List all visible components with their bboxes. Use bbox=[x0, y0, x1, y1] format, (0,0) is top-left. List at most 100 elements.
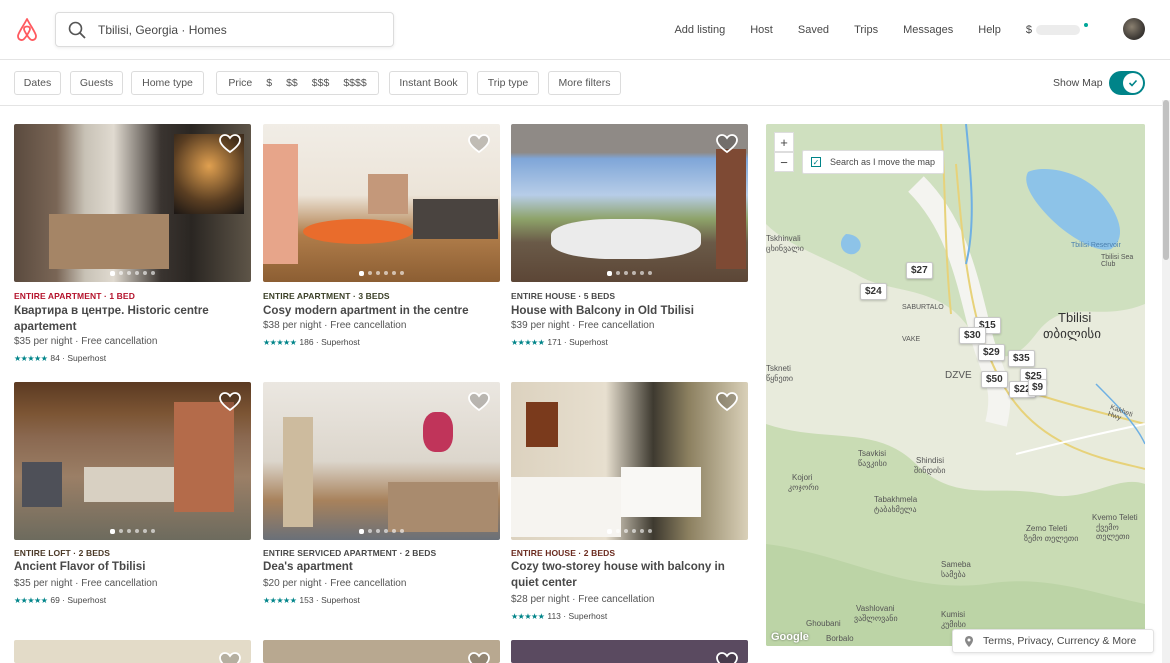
price-pin[interactable]: $35 bbox=[1008, 350, 1035, 367]
map-label: Tbilisi Sea Club bbox=[1101, 254, 1134, 268]
listing-card[interactable]: ENTIRE APARTMENT · 1 BED Квартира в цент… bbox=[14, 124, 251, 369]
photo-dots bbox=[14, 271, 251, 276]
listing-photo[interactable] bbox=[14, 382, 251, 540]
listing-title[interactable]: House with Balcony in Old Tbilisi bbox=[511, 303, 741, 319]
map-label: Vashlovani bbox=[856, 604, 895, 613]
map[interactable]: + − ✓ Search as I move the map Tskhinvali… bbox=[766, 124, 1145, 646]
listing-card[interactable]: ENTIRE LOFT · 2 BEDS Ancient Flavor of T… bbox=[14, 382, 251, 627]
search-input[interactable] bbox=[98, 19, 378, 41]
airbnb-logo-icon[interactable] bbox=[14, 17, 40, 43]
map-label: ვაშლოვანი bbox=[854, 614, 898, 623]
map-label: Tbilisi Reservoir bbox=[1071, 242, 1121, 249]
price-option-3[interactable]: $$$ bbox=[305, 77, 337, 89]
zoom-in-button[interactable]: + bbox=[774, 132, 794, 152]
save-heart-icon[interactable] bbox=[716, 134, 738, 154]
rating-stars-icon: ★★★★★ bbox=[263, 337, 297, 347]
rating-stars-icon: ★★★★★ bbox=[14, 595, 48, 605]
search-icon bbox=[68, 21, 86, 39]
listing-photo[interactable] bbox=[263, 640, 500, 663]
more-filters-button[interactable]: More filters bbox=[548, 71, 621, 95]
listing-rating: ★★★★★ 84 · Superhost bbox=[14, 353, 106, 363]
dates-filter-button[interactable]: Dates bbox=[14, 71, 61, 95]
save-heart-icon[interactable] bbox=[219, 134, 241, 154]
listing-card[interactable]: ENTIRE HOUSE · 5 BEDS House with Balcony… bbox=[511, 124, 748, 369]
listing-title[interactable]: Dea's apartment bbox=[263, 559, 493, 575]
photo-dots bbox=[511, 529, 748, 534]
listing-title[interactable]: Cozy two-storey house with balcony in qu… bbox=[511, 559, 741, 591]
nav-saved[interactable]: Saved bbox=[798, 24, 829, 36]
nav-add-listing[interactable]: Add listing bbox=[674, 24, 725, 36]
map-label: კუმისი bbox=[941, 620, 966, 629]
guests-filter-button[interactable]: Guests bbox=[70, 71, 123, 95]
listing-type: ENTIRE HOUSE · 5 BEDS bbox=[511, 291, 616, 301]
review-count: 171 · Superhost bbox=[547, 337, 608, 347]
price-pin[interactable]: $27 bbox=[906, 262, 933, 279]
save-heart-icon[interactable] bbox=[468, 392, 490, 412]
map-label: Tbilisi bbox=[1058, 310, 1092, 325]
price-pin[interactable]: $30 bbox=[959, 327, 986, 344]
price-filter: Price $ $$ $$$ $$$$ bbox=[216, 71, 379, 95]
rating-stars-icon: ★★★★★ bbox=[511, 611, 545, 621]
price-pin[interactable]: $9 bbox=[1028, 379, 1048, 396]
review-count: 84 · Superhost bbox=[50, 353, 107, 363]
listing-photo[interactable] bbox=[511, 382, 748, 540]
price-pin[interactable]: $29 bbox=[978, 344, 1005, 361]
scrollbar-thumb[interactable] bbox=[1163, 100, 1169, 260]
save-heart-icon[interactable] bbox=[716, 392, 738, 412]
listing-title[interactable]: Cosy modern apartment in the centre bbox=[263, 303, 493, 319]
zoom-out-button[interactable]: − bbox=[774, 152, 794, 172]
avatar[interactable] bbox=[1123, 18, 1145, 40]
listing-type: ENTIRE APARTMENT · 3 BEDS bbox=[263, 291, 390, 301]
map-label: სამება bbox=[941, 570, 966, 579]
map-label: DZVE bbox=[945, 370, 972, 381]
instant-book-button[interactable]: Instant Book bbox=[389, 71, 468, 95]
map-label: წყნეთი bbox=[766, 374, 794, 383]
listing-photo[interactable] bbox=[14, 124, 251, 282]
price-pin[interactable]: $24 bbox=[860, 283, 887, 300]
page-scrollbar[interactable] bbox=[1162, 100, 1170, 663]
price-option-2[interactable]: $$ bbox=[279, 77, 305, 89]
map-label: ცხინვალი bbox=[766, 244, 804, 253]
search-as-move-checkbox[interactable]: ✓ Search as I move the map bbox=[802, 150, 944, 174]
map-label: Kvemo Teleti bbox=[1092, 513, 1138, 522]
nav-host[interactable]: Host bbox=[750, 24, 773, 36]
map-label: Zemo Teleti bbox=[1026, 524, 1068, 533]
listing-photo[interactable] bbox=[263, 382, 500, 540]
listing-photo[interactable] bbox=[14, 640, 251, 663]
price-option-1[interactable]: $ bbox=[259, 77, 279, 89]
save-heart-icon[interactable] bbox=[219, 652, 241, 663]
credit-balance[interactable]: $ bbox=[1026, 23, 1088, 36]
search-box[interactable] bbox=[55, 12, 394, 47]
listing-price: $28 per night · Free cancellation bbox=[511, 594, 655, 605]
listing-price: $35 per night · Free cancellation bbox=[14, 578, 158, 589]
listing-photo[interactable] bbox=[511, 124, 748, 282]
price-pin[interactable]: $50 bbox=[981, 371, 1008, 388]
home-type-filter-button[interactable]: Home type bbox=[131, 71, 204, 95]
save-heart-icon[interactable] bbox=[468, 652, 490, 663]
save-heart-icon[interactable] bbox=[716, 652, 738, 663]
listing-card[interactable]: ENTIRE APARTMENT · 3 BEDS Cosy modern ap… bbox=[263, 124, 500, 369]
trip-type-filter-button[interactable]: Trip type bbox=[477, 71, 539, 95]
save-heart-icon[interactable] bbox=[219, 392, 241, 412]
listing-card[interactable]: ENTIRE SERVICED APARTMENT · 2 BEDS Dea's… bbox=[263, 382, 500, 627]
listing-photo[interactable] bbox=[263, 124, 500, 282]
save-heart-icon[interactable] bbox=[468, 134, 490, 154]
nav-help[interactable]: Help bbox=[978, 24, 1001, 36]
listing-title[interactable]: Квартира в центре. Historic centre apart… bbox=[14, 303, 244, 335]
map-label: შინდისი bbox=[914, 466, 946, 475]
listing-rating: ★★★★★ 69 · Superhost bbox=[14, 595, 106, 605]
terms-privacy-button[interactable]: Terms, Privacy, Currency & More bbox=[952, 629, 1154, 653]
listing-card[interactable]: ENTIRE HOUSE · 2 BEDS Cozy two-storey ho… bbox=[511, 382, 748, 627]
nav-messages[interactable]: Messages bbox=[903, 24, 953, 36]
nav-trips[interactable]: Trips bbox=[854, 24, 878, 36]
map-label: VAKE bbox=[902, 336, 921, 343]
listing-photo[interactable] bbox=[511, 640, 748, 663]
show-map-toggle[interactable] bbox=[1109, 71, 1145, 95]
map-label: წავკისი bbox=[858, 459, 887, 468]
listing-title[interactable]: Ancient Flavor of Tbilisi bbox=[14, 559, 244, 575]
map-label: Tabakhmela bbox=[874, 495, 918, 504]
listing-type: ENTIRE LOFT · 2 BEDS bbox=[14, 548, 110, 558]
price-option-4[interactable]: $$$$ bbox=[336, 77, 373, 89]
photo-dots bbox=[263, 529, 500, 534]
photo-dots bbox=[511, 271, 748, 276]
